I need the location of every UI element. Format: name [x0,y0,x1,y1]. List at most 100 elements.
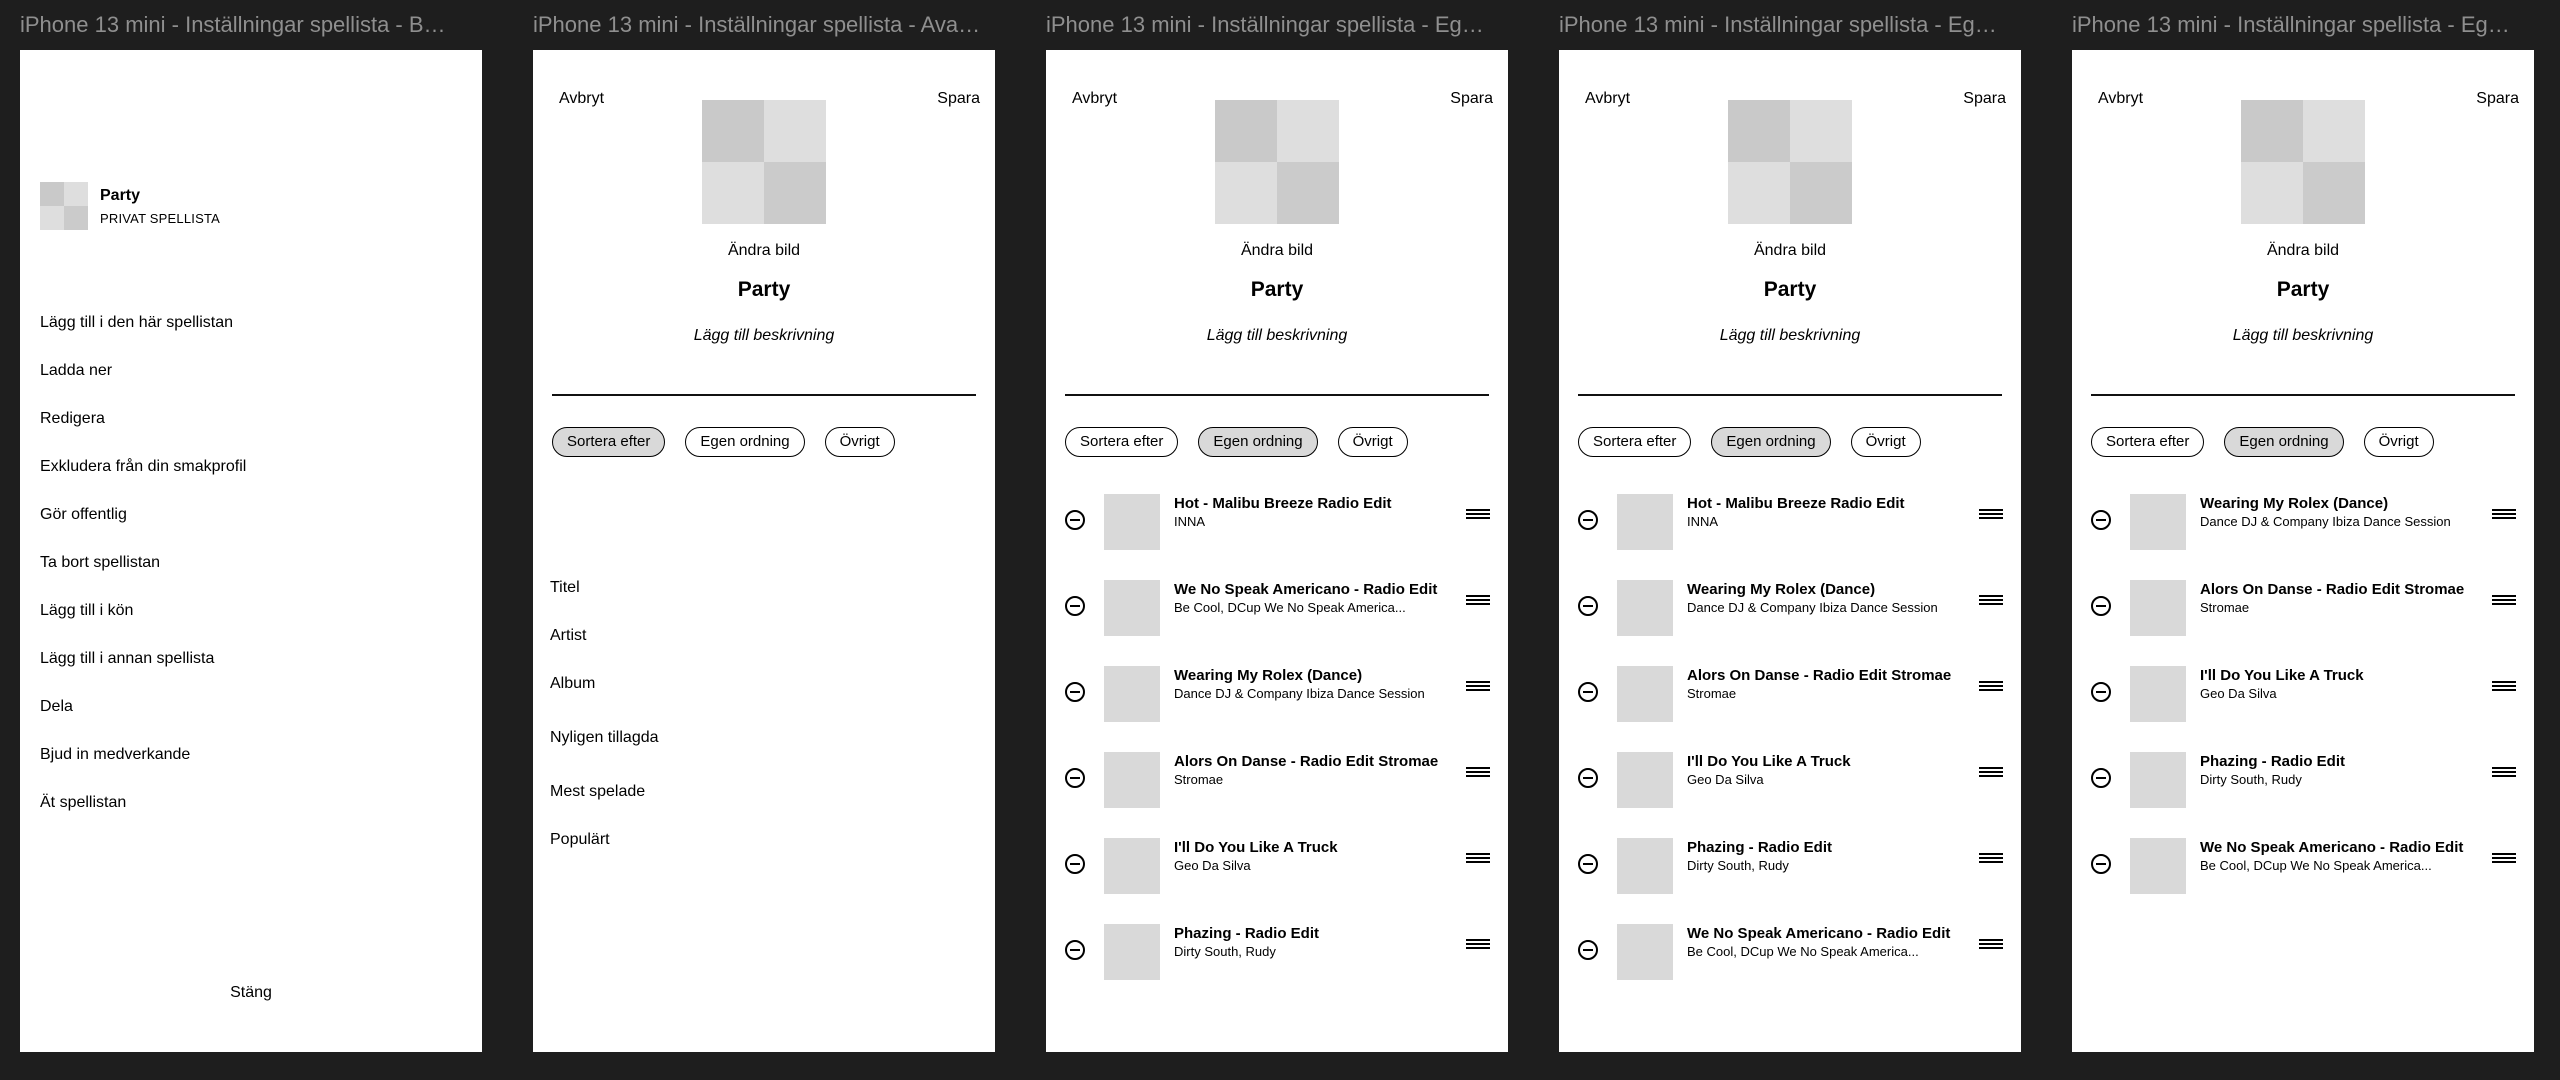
pill-sort-by[interactable]: Sortera efter [2091,427,2205,457]
playlist-cover [2241,100,2365,224]
playlist-title[interactable]: Party [1046,278,1508,302]
cancel-button[interactable]: Avbryt [1072,90,1117,108]
sort-option-title[interactable]: Titel [550,579,580,597]
save-button[interactable]: Spara [1450,90,1493,108]
menu-item-edit[interactable]: Redigera [40,408,246,456]
remove-circle-icon[interactable] [1065,682,1085,702]
drag-handle-icon[interactable] [1979,767,2003,779]
pill-sort-by[interactable]: Sortera efter [1065,427,1179,457]
drag-handle-icon[interactable] [2492,767,2516,779]
menu-item-delete-playlist[interactable]: Ta bort spellistan [40,552,246,600]
menu-item-share[interactable]: Dela [40,696,246,744]
playlist-title[interactable]: Party [533,278,995,302]
drag-handle-icon[interactable] [1979,939,2003,951]
playlist-title[interactable]: Party [2072,278,2534,302]
remove-circle-icon[interactable] [1065,940,1085,960]
remove-circle-icon[interactable] [1578,682,1598,702]
save-button[interactable]: Spara [937,90,980,108]
song-artist: Dance DJ & Company Ibiza Dance Session [1687,600,1938,615]
cancel-button[interactable]: Avbryt [559,90,604,108]
menu-item-exclude-taste[interactable]: Exkludera från din smakprofil [40,456,246,504]
pill-other[interactable]: Övrigt [1850,427,1921,457]
drag-handle-icon[interactable] [2492,681,2516,693]
menu-item-add-to-playlist[interactable]: Lägg till i den här spellistan [40,312,246,360]
save-button[interactable]: Spara [1963,90,2006,108]
remove-circle-icon[interactable] [2091,596,2111,616]
song-row: Wearing My Rolex (Dance) Dance DJ & Compa… [1046,666,1508,752]
song-title: Alors On Danse - Radio Edit Stromae [1174,753,1439,770]
drag-handle-icon[interactable] [1979,595,2003,607]
change-image-link[interactable]: Ändra bild [1559,242,2021,260]
pill-tabs: Sortera efter Egen ordning Övrigt [552,427,895,457]
pill-other[interactable]: Övrigt [824,427,895,457]
drag-handle-icon[interactable] [1466,509,1490,521]
song-row: Phazing - Radio Edit Dirty South, Rudy [1046,924,1508,1010]
divider [1578,394,2002,396]
cancel-button[interactable]: Avbryt [1585,90,1630,108]
frame-title-advanced: iPhone 13 mini - Inställningar spellista… [533,12,983,37]
sort-option-most-played[interactable]: Mest spelade [550,783,645,801]
change-image-link[interactable]: Ändra bild [1046,242,1508,260]
drag-handle-icon[interactable] [2492,595,2516,607]
remove-circle-icon[interactable] [2091,768,2111,788]
change-image-link[interactable]: Ändra bild [2072,242,2534,260]
frame-title-custom-1: iPhone 13 mini - Inställningar spellista… [1046,12,1496,37]
menu-item-invite[interactable]: Bjud in medverkande [40,744,246,792]
change-image-link[interactable]: Ändra bild [533,242,995,260]
cancel-button[interactable]: Avbryt [2098,90,2143,108]
pill-other[interactable]: Övrigt [2363,427,2434,457]
pill-custom-order[interactable]: Egen ordning [685,427,805,457]
drag-handle-icon[interactable] [1979,681,2003,693]
add-description-field[interactable]: Lägg till beskrivning [533,327,995,345]
album-art [1104,494,1160,550]
song-artist: Be Cool, DCup We No Speak America... [1174,600,1406,615]
drag-handle-icon[interactable] [1466,681,1490,693]
remove-circle-icon[interactable] [1065,596,1085,616]
pill-custom-order[interactable]: Egen ordning [1711,427,1831,457]
drag-handle-icon[interactable] [1979,509,2003,521]
add-description-field[interactable]: Lägg till beskrivning [1046,327,1508,345]
drag-handle-icon[interactable] [2492,853,2516,865]
sort-option-recently-added[interactable]: Nyligen tillagda [550,729,659,747]
remove-circle-icon[interactable] [2091,510,2111,530]
menu-item-add-to-queue[interactable]: Lägg till i kön [40,600,246,648]
menu-item-eat-playlist[interactable]: Ät spellistan [40,792,246,840]
pill-tabs: Sortera efter Egen ordning Övrigt [2091,427,2434,457]
song-artist: Dance DJ & Company Ibiza Dance Session [1174,686,1425,701]
song-row: Alors On Danse - Radio Edit Stromae Strom… [2072,580,2534,666]
remove-circle-icon[interactable] [1065,768,1085,788]
remove-circle-icon[interactable] [1065,854,1085,874]
pill-other[interactable]: Övrigt [1337,427,1408,457]
menu-item-download[interactable]: Ladda ner [40,360,246,408]
menu-item-make-public[interactable]: Gör offentlig [40,504,246,552]
remove-circle-icon[interactable] [1578,940,1598,960]
drag-handle-icon[interactable] [1466,939,1490,951]
pill-sort-by[interactable]: Sortera efter [552,427,666,457]
sort-option-artist[interactable]: Artist [550,627,586,645]
remove-circle-icon[interactable] [2091,854,2111,874]
song-row: Wearing My Rolex (Dance) Dance DJ & Compa… [2072,494,2534,580]
drag-handle-icon[interactable] [1979,853,2003,865]
remove-circle-icon[interactable] [1065,510,1085,530]
save-button[interactable]: Spara [2476,90,2519,108]
remove-circle-icon[interactable] [2091,682,2111,702]
close-button[interactable]: Stäng [20,984,482,1002]
pill-custom-order[interactable]: Egen ordning [2224,427,2344,457]
remove-circle-icon[interactable] [1578,768,1598,788]
remove-circle-icon[interactable] [1578,596,1598,616]
remove-circle-icon[interactable] [1578,854,1598,874]
drag-handle-icon[interactable] [1466,767,1490,779]
add-description-field[interactable]: Lägg till beskrivning [1559,327,2021,345]
playlist-title[interactable]: Party [1559,278,2021,302]
add-description-field[interactable]: Lägg till beskrivning [2072,327,2534,345]
remove-circle-icon[interactable] [1578,510,1598,530]
drag-handle-icon[interactable] [1466,853,1490,865]
pill-sort-by[interactable]: Sortera efter [1578,427,1692,457]
pill-custom-order[interactable]: Egen ordning [1198,427,1318,457]
sort-option-album[interactable]: Album [550,675,595,693]
song-row: I'll Do You Like A Truck Geo Da Silva [1559,752,2021,838]
drag-handle-icon[interactable] [1466,595,1490,607]
menu-item-add-to-other[interactable]: Lägg till i annan spellista [40,648,246,696]
sort-option-popular[interactable]: Populärt [550,831,610,849]
drag-handle-icon[interactable] [2492,509,2516,521]
